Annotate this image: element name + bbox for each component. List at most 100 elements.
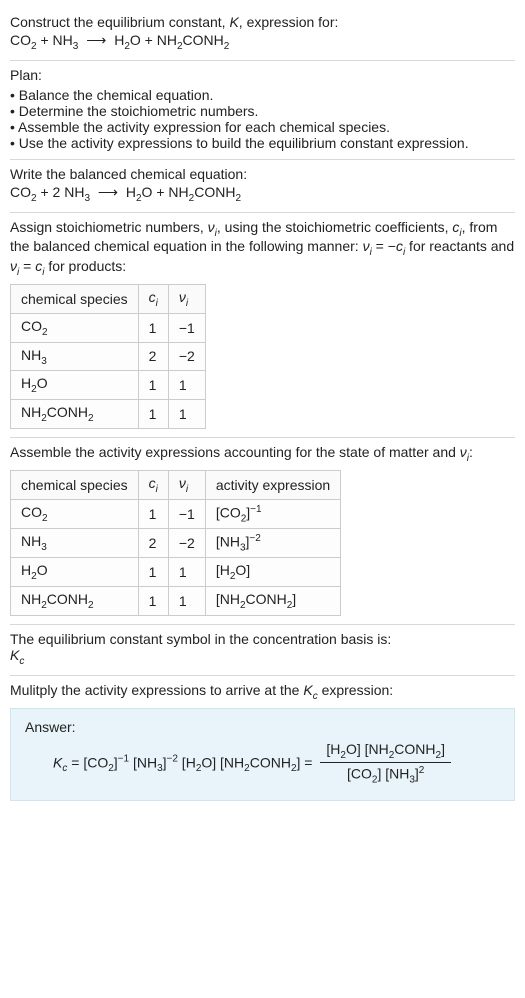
plan-section: Plan: Balance the chemical equation. Det… — [10, 61, 515, 159]
c: c — [149, 475, 156, 491]
sub: 2 — [88, 413, 94, 424]
txt: O] — [235, 562, 250, 578]
table-row: H2O 1 1 [H2O] — [11, 558, 341, 587]
col-ci: ci — [138, 284, 168, 313]
nu: ν — [363, 238, 370, 254]
txt: [H — [326, 741, 340, 757]
cell-c: 1 — [138, 499, 168, 528]
k: K — [10, 647, 19, 663]
species-urea: NH — [157, 32, 177, 48]
activity-title: Assemble the activity expressions accoun… — [10, 444, 515, 464]
eq: = — [67, 754, 83, 770]
unbalanced-equation: CO2 + NH3 ⟶ H2O + NH2CONH2 — [10, 32, 515, 52]
plan-item: Determine the stoichiometric numbers. — [10, 103, 515, 119]
txt: ] — [441, 741, 445, 757]
sub: 2 — [235, 193, 241, 204]
txt: [NH — [216, 591, 240, 607]
cell-activity: [NH3]−2 — [205, 529, 340, 558]
cell-c: 1 — [138, 371, 168, 400]
txt: , using the stoichiometric coefficients, — [217, 219, 453, 235]
sub: i — [156, 484, 158, 495]
col-activity: activity expression — [205, 470, 340, 499]
cell-c: 1 — [138, 587, 168, 616]
sub: 2 — [224, 41, 230, 52]
intro-text-b: , expression for: — [239, 14, 339, 30]
txt: ] [NH — [377, 766, 409, 782]
cell-species: H2O — [11, 371, 139, 400]
plan-title: Plan: — [10, 67, 515, 83]
sub: 2 — [42, 513, 48, 524]
species-h2o: H — [126, 184, 136, 200]
txt: CONH — [250, 754, 291, 770]
sub: 3 — [84, 193, 90, 204]
txt: O — [130, 32, 141, 48]
kc-symbol-section: The equilibrium constant symbol in the c… — [10, 625, 515, 675]
plus: + 2 — [37, 184, 65, 200]
txt: CONH — [47, 404, 88, 420]
nu: ν — [179, 475, 186, 491]
table-row: NH3 2 −2 [NH3]−2 — [11, 529, 341, 558]
txt: ] — [292, 591, 296, 607]
table-header-row: chemical species ci νi activity expressi… — [11, 470, 341, 499]
txt: CONH — [246, 591, 287, 607]
nu: ν — [179, 289, 186, 305]
sub: 3 — [41, 355, 47, 366]
txt: Assign stoichiometric numbers, — [10, 219, 208, 235]
cell-nu: 1 — [168, 371, 205, 400]
sub: 3 — [41, 542, 47, 553]
table-row: NH2CONH2 1 1 [NH2CONH2] — [11, 587, 341, 616]
txt: CONH — [183, 32, 224, 48]
txt: [NH — [216, 754, 244, 770]
cell-species: NH2CONH2 — [11, 587, 139, 616]
txt: [H — [178, 754, 196, 770]
sup: −1 — [250, 504, 261, 515]
balanced-section: Write the balanced chemical equation: CO… — [10, 160, 515, 212]
intro-line: Construct the equilibrium constant, K, e… — [10, 14, 515, 30]
txt: [NH — [129, 754, 157, 770]
sup: −2 — [167, 753, 178, 764]
multiply-text: Mulitply the activity expressions to arr… — [10, 682, 515, 702]
txt: NH — [21, 533, 41, 549]
k-symbol: K — [229, 14, 238, 30]
txt: O] — [201, 754, 216, 770]
txt: H — [21, 375, 31, 391]
cell-nu: −1 — [168, 499, 205, 528]
txt: CO — [21, 318, 42, 334]
cell-species: NH2CONH2 — [11, 400, 139, 429]
activity-table: chemical species ci νi activity expressi… — [10, 470, 341, 616]
kc-expression: Kc = [CO2]−1 [NH3]−2 [H2O] [NH2CONH2] = … — [25, 741, 500, 786]
txt: expression: — [318, 682, 393, 698]
nu: ν — [10, 258, 17, 274]
txt: Mulitply the activity expressions to arr… — [10, 682, 303, 698]
sub: i — [156, 298, 158, 309]
cell-nu: −2 — [168, 342, 205, 371]
txt: CONH — [194, 184, 235, 200]
plan-list: Balance the chemical equation. Determine… — [10, 87, 515, 151]
cell-activity: [H2O] — [205, 558, 340, 587]
cell-species: CO2 — [11, 499, 139, 528]
cell-nu: −1 — [168, 313, 205, 342]
cell-species: H2O — [11, 558, 139, 587]
col-nui: νi — [168, 284, 205, 313]
c: c — [396, 238, 403, 254]
activity-section: Assemble the activity expressions accoun… — [10, 438, 515, 624]
txt: O — [37, 375, 48, 391]
txt: CONH — [394, 741, 435, 757]
cell-nu: 1 — [168, 558, 205, 587]
txt: = − — [372, 238, 396, 254]
plan-item: Use the activity expressions to build th… — [10, 135, 515, 151]
fraction: [H2O] [NH2CONH2] [CO2] [NH3]2 — [320, 741, 451, 786]
plan-item: Assemble the activity expression for eac… — [10, 119, 515, 135]
txt: Assemble the activity expressions accoun… — [10, 444, 460, 460]
cell-c: 1 — [138, 313, 168, 342]
intro-section: Construct the equilibrium constant, K, e… — [10, 8, 515, 60]
col-species: chemical species — [11, 470, 139, 499]
assign-section: Assign stoichiometric numbers, νi, using… — [10, 213, 515, 437]
txt: O] [NH — [346, 741, 389, 757]
cell-species: CO2 — [11, 313, 139, 342]
cell-nu: −2 — [168, 529, 205, 558]
col-ci: ci — [138, 470, 168, 499]
multiply-section: Mulitply the activity expressions to arr… — [10, 676, 515, 809]
sub: i — [186, 484, 188, 495]
table-row: CO2 1 −1 [CO2]−1 — [11, 499, 341, 528]
